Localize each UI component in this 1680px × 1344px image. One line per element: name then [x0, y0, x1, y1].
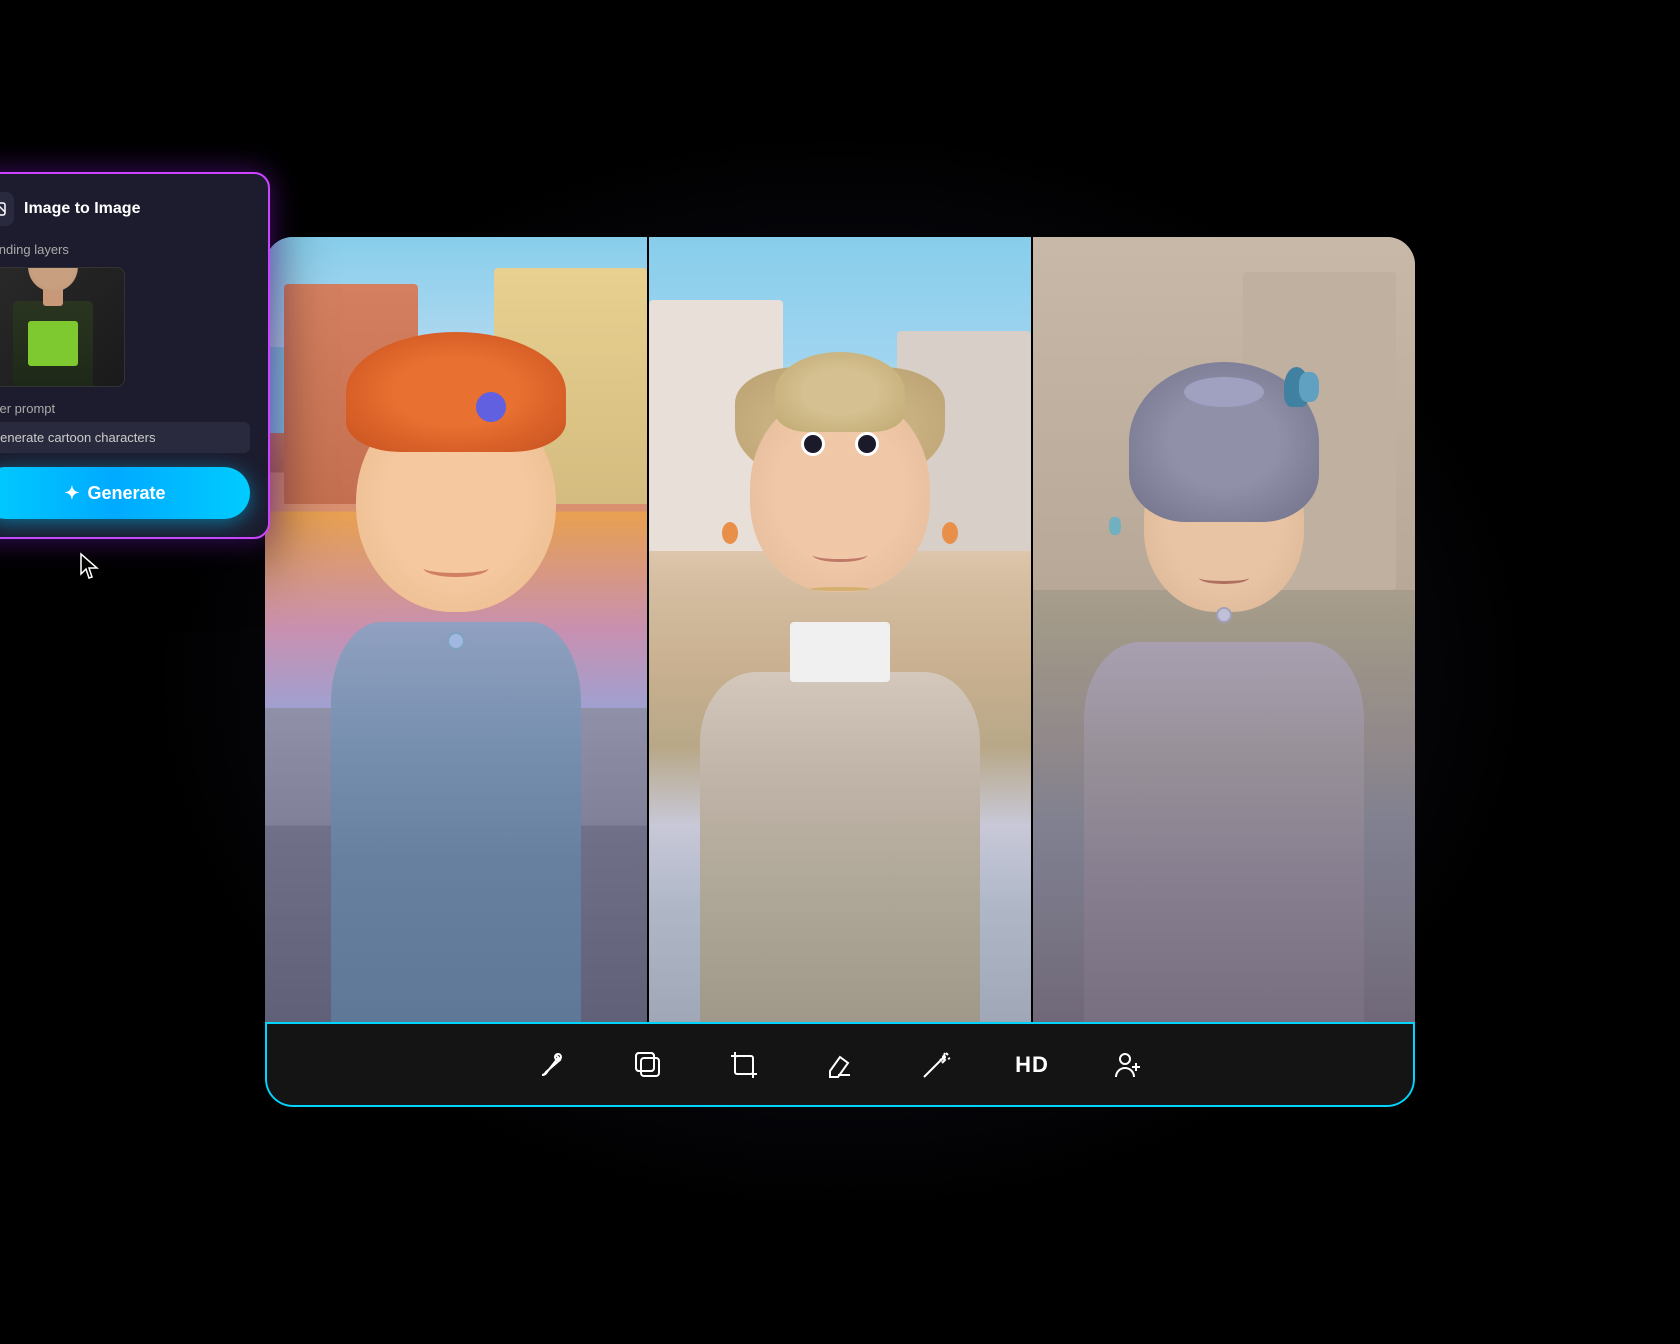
mech-girl-panel — [1033, 237, 1415, 1022]
hd-icon[interactable]: HD — [1008, 1041, 1056, 1089]
cartoon-outfit — [331, 622, 581, 1022]
cartoon-hair — [346, 332, 566, 452]
hair-flower — [476, 392, 506, 422]
necklace-1 — [810, 587, 870, 591]
crop-icon[interactable] — [720, 1041, 768, 1089]
paint-brush-icon[interactable] — [528, 1041, 576, 1089]
layers-icon[interactable] — [624, 1041, 672, 1089]
inner-shirt — [790, 622, 890, 682]
real-girl-panel — [649, 237, 1033, 1022]
blending-thumbnail[interactable] — [0, 267, 125, 387]
prompt-text[interactable]: Generate cartoon characters — [0, 422, 250, 453]
outfit-1 — [700, 672, 980, 1022]
floating-panel: Image to Image Blending layers Enter pro… — [0, 172, 270, 539]
prompt-label: Enter prompt — [0, 401, 250, 416]
panel-icon-box — [0, 192, 14, 226]
add-person-icon[interactable] — [1104, 1041, 1152, 1089]
main-image-container: HD — [265, 237, 1415, 1107]
mech-helmet — [1129, 362, 1319, 522]
toolbar: HD — [265, 1022, 1415, 1107]
generate-label: Generate — [88, 483, 166, 504]
panel-header: Image to Image — [0, 192, 250, 226]
hair-bun — [775, 352, 905, 432]
earring-right-1 — [942, 522, 958, 544]
earring-left-1 — [722, 522, 738, 544]
image-to-image-icon — [0, 199, 7, 219]
blending-label: Blending layers — [0, 242, 250, 257]
cartoon-panel — [265, 237, 649, 1022]
eraser-icon[interactable] — [816, 1041, 864, 1089]
prompt-section: Enter prompt Generate cartoon characters — [0, 401, 250, 453]
images-row — [265, 237, 1415, 1022]
cursor — [77, 550, 101, 587]
generate-star-icon: ✦ — [64, 483, 79, 504]
panel-title: Image to Image — [24, 200, 140, 218]
hd-label: HD — [1015, 1052, 1049, 1078]
generate-button[interactable]: ✦ Generate — [0, 467, 250, 519]
outfit-2 — [1084, 642, 1364, 1022]
magic-wand-icon[interactable] — [912, 1041, 960, 1089]
